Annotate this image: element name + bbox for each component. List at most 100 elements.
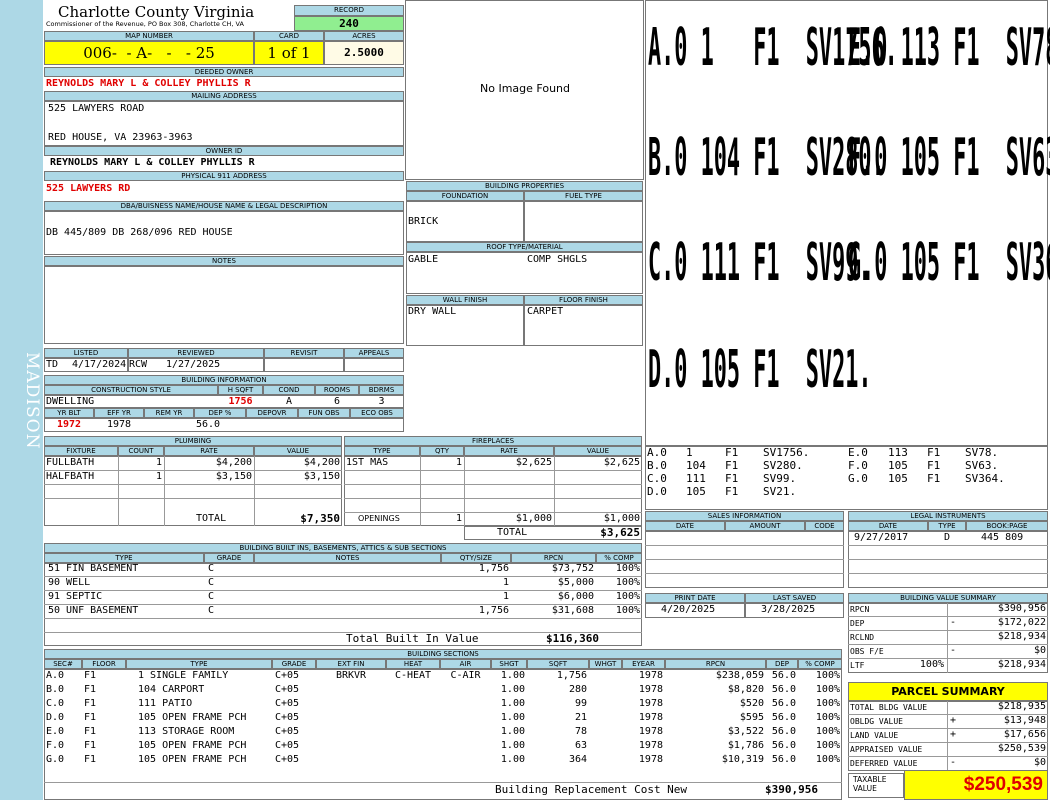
taxable-value: $250,539 xyxy=(904,770,1048,800)
section-cell: 105 OPEN FRAME PCH xyxy=(138,740,247,751)
plumbing-rate: $3,150 xyxy=(215,471,252,482)
sales-rule xyxy=(645,573,844,574)
fireplaces-col-value: VALUE xyxy=(554,446,642,456)
built-in-qty: 1 xyxy=(502,591,509,602)
sketch-legend-item: F1 xyxy=(725,446,739,459)
built-in-qty: 1,756 xyxy=(478,605,509,616)
sketch-legend-item: F1 xyxy=(725,472,739,485)
revisit-box xyxy=(264,358,344,372)
built-ins-col-rpcn: RPCN xyxy=(511,553,596,563)
map-number-header: MAP NUMBER xyxy=(44,31,254,41)
sketch-legend-item: D.0 xyxy=(647,485,667,498)
section-cell: 56.0 xyxy=(771,754,796,765)
section-cell: F1 xyxy=(84,684,97,695)
section-cell: 1.00 xyxy=(500,684,525,695)
section-cell: $10,319 xyxy=(721,754,764,765)
built-ins-header: BUILDING BUILT INS, BASEMENTS, ATTICS & … xyxy=(44,543,642,553)
dep-header: DEP % xyxy=(194,408,246,418)
built-ins-col-qty: QTY/SIZE xyxy=(441,553,511,563)
appeals-header: APPEALS xyxy=(344,348,404,358)
section-cell: C-HEAT xyxy=(394,670,432,681)
sales-rule xyxy=(645,545,844,546)
legal-type: D xyxy=(943,532,951,543)
last-saved: 3/28/2025 xyxy=(761,604,816,615)
no-image-text: No Image Found xyxy=(480,82,570,95)
built-ins-col-comp: % COMP xyxy=(596,553,642,563)
built-in-grade: C xyxy=(208,563,215,574)
sections-col-header: SEC# xyxy=(44,659,82,669)
plumbing-count: 1 xyxy=(155,457,162,468)
built-in-rpcn: $5,000 xyxy=(557,577,594,588)
acres-header: ACRES xyxy=(324,31,404,41)
section-cell: 100% xyxy=(815,670,840,681)
fireplace-rule xyxy=(344,498,642,499)
plumbing-header: PLUMBING xyxy=(44,436,342,446)
fireplace-rate: $2,625 xyxy=(515,457,552,468)
fireplaces-col-type: TYPE xyxy=(344,446,420,456)
built-in-type: 90 WELL xyxy=(48,577,91,588)
sections-col-header: AIR xyxy=(440,659,491,669)
section-cell: C+05 xyxy=(275,726,300,737)
section-cell: 364 xyxy=(568,754,587,765)
parcel-summary-label: APPRAISED VALUE xyxy=(850,745,923,754)
section-cell: $1,786 xyxy=(727,740,764,751)
fireplaces-total-label: TOTAL xyxy=(497,527,528,538)
property-photo: No Image Found xyxy=(405,0,644,180)
sketch-legend-item: C.0 xyxy=(647,472,667,485)
roof-header: ROOF TYPE/MATERIAL xyxy=(406,242,643,252)
sketch-legend-item: SV78. xyxy=(965,446,999,459)
plumbing-rule xyxy=(44,498,342,499)
plumbing-col-value: VALUE xyxy=(254,446,342,456)
section-cell: 78 xyxy=(574,726,587,737)
office-address: Commissioner of the Revenue, PO Box 308,… xyxy=(46,20,244,28)
bdrms-header: BDRMS xyxy=(359,385,404,395)
section-cell: 21 xyxy=(574,712,587,723)
built-in-rpcn: $6,000 xyxy=(557,591,594,602)
listed-by: TD xyxy=(46,359,59,370)
sales-col-code: CODE xyxy=(805,521,844,531)
fuel-type-header: FUEL TYPE xyxy=(524,191,643,201)
remyr-header: REM YR xyxy=(144,408,194,418)
sections-col-header: HEAT xyxy=(386,659,440,669)
construction-style: DWELLING xyxy=(46,396,95,407)
parcel-summary-amount: $17,656 xyxy=(1003,729,1046,740)
taxable-label: TAXABLE VALUE xyxy=(853,775,887,793)
sketch-legend-item: SV280. xyxy=(763,459,803,472)
built-in-comp: 100% xyxy=(615,577,640,588)
sketch-legend-item: 104 xyxy=(686,459,706,472)
foundation-value: BRICK xyxy=(408,216,439,227)
value-summary-pct: 100% xyxy=(919,659,944,670)
deeded-owner-header: DEEDED OWNER xyxy=(44,67,404,77)
mailing-line-1: 525 LAWYERS ROAD xyxy=(48,103,145,114)
physical-address: 525 LAWYERS RD xyxy=(46,183,131,194)
sketch-legend-item: G.0 xyxy=(848,472,868,485)
plumbing-rate: $4,200 xyxy=(215,457,252,468)
fireplaces-col-rate: RATE xyxy=(464,446,554,456)
parcel-summary-label: DEFERRED VALUE xyxy=(850,759,918,768)
sketch-legend-item: F1 xyxy=(927,446,941,459)
section-cell: 1978 xyxy=(638,712,663,723)
section-cell: 1.00 xyxy=(500,740,525,751)
sections-total: $390,956 xyxy=(765,783,818,796)
reviewed-header: REVIEWED xyxy=(128,348,264,358)
section-cell: F.0 xyxy=(46,740,65,751)
section-cell: 56.0 xyxy=(771,684,796,695)
section-cell: 1.00 xyxy=(500,670,525,681)
wall-finish-header: WALL FINISH xyxy=(406,295,524,305)
print-date-header: PRINT DATE xyxy=(645,593,745,603)
section-cell: A.0 xyxy=(46,670,65,681)
owner-id-header: OWNER ID xyxy=(44,146,404,156)
mailing-address-header: MAILING ADDRESS xyxy=(44,91,404,101)
county-title: Charlotte County Virginia xyxy=(58,3,255,21)
legal-col-bookpage: BOOK:PAGE xyxy=(966,521,1048,531)
legal-rule xyxy=(848,559,1048,560)
legal-rule xyxy=(848,545,1048,546)
acres-value: 2.5000 xyxy=(324,41,404,65)
listed-date: 4/17/2024 xyxy=(72,359,127,370)
fuel-type-box xyxy=(524,201,643,242)
notes-box xyxy=(44,266,404,344)
sketch-legend-item: 111 xyxy=(686,472,706,485)
construction-style-header: CONSTRUCTION STYLE xyxy=(44,385,218,395)
listed-header: LISTED xyxy=(44,348,128,358)
section-cell: BRKVR xyxy=(335,670,367,681)
